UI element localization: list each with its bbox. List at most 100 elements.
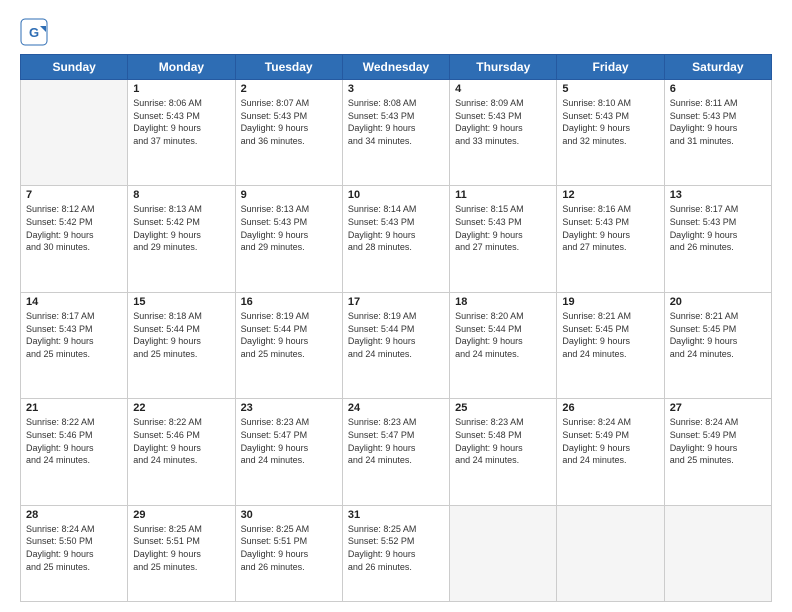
calendar-cell: 21 Sunrise: 8:22 AM Sunset: 5:46 PM Dayli…: [21, 399, 128, 505]
svg-text:G: G: [29, 25, 39, 40]
day-info: Sunrise: 8:06 AM Sunset: 5:43 PM Dayligh…: [133, 97, 229, 147]
day-number: 13: [670, 189, 766, 201]
calendar-cell: 12 Sunrise: 8:16 AM Sunset: 5:43 PM Dayli…: [557, 186, 664, 292]
calendar-cell: [21, 80, 128, 186]
calendar-cell: 4 Sunrise: 8:09 AM Sunset: 5:43 PM Daylig…: [450, 80, 557, 186]
calendar-cell: 6 Sunrise: 8:11 AM Sunset: 5:43 PM Daylig…: [664, 80, 771, 186]
day-info: Sunrise: 8:07 AM Sunset: 5:43 PM Dayligh…: [241, 97, 337, 147]
day-number: 27: [670, 402, 766, 414]
day-number: 5: [562, 83, 658, 95]
calendar-cell: 30 Sunrise: 8:25 AM Sunset: 5:51 PM Dayli…: [235, 505, 342, 601]
day-info: Sunrise: 8:25 AM Sunset: 5:51 PM Dayligh…: [133, 523, 229, 573]
calendar-cell: 16 Sunrise: 8:19 AM Sunset: 5:44 PM Dayli…: [235, 292, 342, 398]
calendar-cell: 26 Sunrise: 8:24 AM Sunset: 5:49 PM Dayli…: [557, 399, 664, 505]
calendar-cell: 31 Sunrise: 8:25 AM Sunset: 5:52 PM Dayli…: [342, 505, 449, 601]
calendar-cell: 20Sunrise: 8:21 AM Sunset: 5:45 PM Dayli…: [664, 292, 771, 398]
day-info: Sunrise: 8:17 AM Sunset: 5:43 PM Dayligh…: [670, 203, 766, 253]
day-info: Sunrise: 8:12 AM Sunset: 5:42 PM Dayligh…: [26, 203, 122, 253]
calendar-cell: 18Sunrise: 8:20 AM Sunset: 5:44 PM Dayli…: [450, 292, 557, 398]
day-info: Sunrise: 8:15 AM Sunset: 5:43 PM Dayligh…: [455, 203, 551, 253]
calendar-cell: 23Sunrise: 8:23 AM Sunset: 5:47 PM Dayli…: [235, 399, 342, 505]
day-number: 2: [241, 83, 337, 95]
day-number: 3: [348, 83, 444, 95]
calendar-cell: 1 Sunrise: 8:06 AM Sunset: 5:43 PM Daylig…: [128, 80, 235, 186]
day-info: Sunrise: 8:18 AM Sunset: 5:44 PM Dayligh…: [133, 310, 229, 360]
calendar-cell: 2 Sunrise: 8:07 AM Sunset: 5:43 PM Daylig…: [235, 80, 342, 186]
calendar-body: 1 Sunrise: 8:06 AM Sunset: 5:43 PM Daylig…: [21, 80, 772, 602]
day-number: 7: [26, 189, 122, 201]
day-number: 23: [241, 402, 337, 414]
calendar-cell: 10 Sunrise: 8:14 AM Sunset: 5:43 PM Dayli…: [342, 186, 449, 292]
dow-header-sunday: Sunday: [21, 55, 128, 80]
calendar-cell: 9Sunrise: 8:13 AM Sunset: 5:43 PM Daylig…: [235, 186, 342, 292]
day-number: 12: [562, 189, 658, 201]
dow-header-tuesday: Tuesday: [235, 55, 342, 80]
day-number: 21: [26, 402, 122, 414]
page: G SundayMondayTuesdayWednesdayThursdayFr…: [0, 0, 792, 612]
calendar-cell: 5 Sunrise: 8:10 AM Sunset: 5:43 PM Daylig…: [557, 80, 664, 186]
week-row-3: 21 Sunrise: 8:22 AM Sunset: 5:46 PM Dayli…: [21, 399, 772, 505]
day-number: 31: [348, 509, 444, 521]
day-number: 8: [133, 189, 229, 201]
logo-icon: G: [20, 18, 48, 46]
day-number: 14: [26, 296, 122, 308]
day-info: Sunrise: 8:13 AM Sunset: 5:42 PM Dayligh…: [133, 203, 229, 253]
day-number: 18: [455, 296, 551, 308]
day-number: 6: [670, 83, 766, 95]
day-number: 4: [455, 83, 551, 95]
day-info: Sunrise: 8:14 AM Sunset: 5:43 PM Dayligh…: [348, 203, 444, 253]
dow-header-saturday: Saturday: [664, 55, 771, 80]
day-info: Sunrise: 8:24 AM Sunset: 5:49 PM Dayligh…: [562, 416, 658, 466]
day-info: Sunrise: 8:10 AM Sunset: 5:43 PM Dayligh…: [562, 97, 658, 147]
calendar-cell: 17 Sunrise: 8:19 AM Sunset: 5:44 PM Dayli…: [342, 292, 449, 398]
day-info: Sunrise: 8:16 AM Sunset: 5:43 PM Dayligh…: [562, 203, 658, 253]
day-info: Sunrise: 8:21 AM Sunset: 5:45 PM Dayligh…: [670, 310, 766, 360]
calendar-cell: 14Sunrise: 8:17 AM Sunset: 5:43 PM Dayli…: [21, 292, 128, 398]
calendar-cell: 22 Sunrise: 8:22 AM Sunset: 5:46 PM Dayli…: [128, 399, 235, 505]
calendar-cell: 24Sunrise: 8:23 AM Sunset: 5:47 PM Dayli…: [342, 399, 449, 505]
day-of-week-row: SundayMondayTuesdayWednesdayThursdayFrid…: [21, 55, 772, 80]
calendar-cell: 8 Sunrise: 8:13 AM Sunset: 5:42 PM Daylig…: [128, 186, 235, 292]
day-number: 16: [241, 296, 337, 308]
dow-header-friday: Friday: [557, 55, 664, 80]
logo: G: [20, 18, 52, 46]
day-info: Sunrise: 8:09 AM Sunset: 5:43 PM Dayligh…: [455, 97, 551, 147]
dow-header-thursday: Thursday: [450, 55, 557, 80]
day-info: Sunrise: 8:24 AM Sunset: 5:49 PM Dayligh…: [670, 416, 766, 466]
calendar-cell: 19Sunrise: 8:21 AM Sunset: 5:45 PM Dayli…: [557, 292, 664, 398]
day-info: Sunrise: 8:13 AM Sunset: 5:43 PM Dayligh…: [241, 203, 337, 253]
calendar-cell: [450, 505, 557, 601]
day-info: Sunrise: 8:22 AM Sunset: 5:46 PM Dayligh…: [26, 416, 122, 466]
day-number: 29: [133, 509, 229, 521]
calendar-cell: 29 Sunrise: 8:25 AM Sunset: 5:51 PM Dayli…: [128, 505, 235, 601]
day-number: 17: [348, 296, 444, 308]
calendar-cell: 27 Sunrise: 8:24 AM Sunset: 5:49 PM Dayli…: [664, 399, 771, 505]
day-info: Sunrise: 8:25 AM Sunset: 5:51 PM Dayligh…: [241, 523, 337, 573]
day-info: Sunrise: 8:19 AM Sunset: 5:44 PM Dayligh…: [348, 310, 444, 360]
calendar-cell: [664, 505, 771, 601]
day-info: Sunrise: 8:24 AM Sunset: 5:50 PM Dayligh…: [26, 523, 122, 573]
day-info: Sunrise: 8:19 AM Sunset: 5:44 PM Dayligh…: [241, 310, 337, 360]
calendar-cell: 11Sunrise: 8:15 AM Sunset: 5:43 PM Dayli…: [450, 186, 557, 292]
day-number: 26: [562, 402, 658, 414]
calendar-cell: 13 Sunrise: 8:17 AM Sunset: 5:43 PM Dayli…: [664, 186, 771, 292]
week-row-4: 28 Sunrise: 8:24 AM Sunset: 5:50 PM Dayli…: [21, 505, 772, 601]
day-number: 15: [133, 296, 229, 308]
day-number: 30: [241, 509, 337, 521]
day-number: 1: [133, 83, 229, 95]
day-info: Sunrise: 8:11 AM Sunset: 5:43 PM Dayligh…: [670, 97, 766, 147]
calendar-cell: [557, 505, 664, 601]
calendar-cell: 15 Sunrise: 8:18 AM Sunset: 5:44 PM Dayli…: [128, 292, 235, 398]
day-number: 22: [133, 402, 229, 414]
day-number: 24: [348, 402, 444, 414]
day-info: Sunrise: 8:22 AM Sunset: 5:46 PM Dayligh…: [133, 416, 229, 466]
calendar-cell: 28 Sunrise: 8:24 AM Sunset: 5:50 PM Dayli…: [21, 505, 128, 601]
day-number: 10: [348, 189, 444, 201]
day-number: 19: [562, 296, 658, 308]
week-row-1: 7 Sunrise: 8:12 AM Sunset: 5:42 PM Daylig…: [21, 186, 772, 292]
day-info: Sunrise: 8:08 AM Sunset: 5:43 PM Dayligh…: [348, 97, 444, 147]
day-number: 28: [26, 509, 122, 521]
dow-header-wednesday: Wednesday: [342, 55, 449, 80]
day-info: Sunrise: 8:25 AM Sunset: 5:52 PM Dayligh…: [348, 523, 444, 573]
calendar-cell: 3 Sunrise: 8:08 AM Sunset: 5:43 PM Daylig…: [342, 80, 449, 186]
